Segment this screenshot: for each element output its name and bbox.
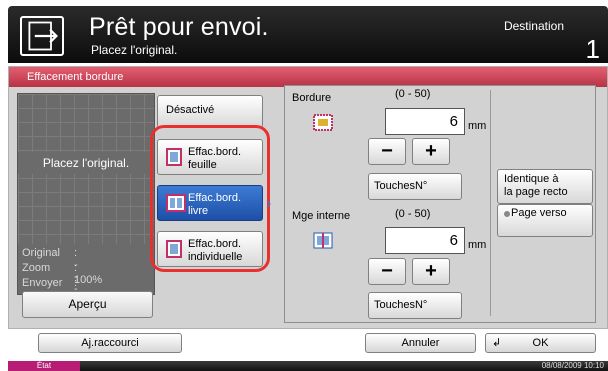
border-minus-button[interactable]: − [368, 138, 406, 165]
selection-arrow-icon: › [266, 195, 272, 212]
info-original: Original: --- [22, 247, 78, 295]
status-bar: État 08/08/2009 10:10 [8, 361, 608, 371]
border-unit: mm [468, 120, 487, 132]
add-shortcut-button[interactable]: Aj.raccourci [38, 333, 182, 353]
inner-margin-unit: mm [468, 239, 487, 251]
border-page-icon [313, 114, 333, 131]
border-plus-button[interactable]: + [412, 138, 450, 165]
border-numeric-keys-button[interactable]: TouchesN° [368, 173, 462, 200]
ok-button[interactable]: ↲ OK [485, 333, 596, 353]
inner-margin-minus-button[interactable]: − [368, 258, 406, 285]
info-zoom: Zoom: 100% [22, 262, 103, 286]
inner-margin-numeric-keys-button[interactable]: TouchesN° [368, 292, 462, 319]
destination-count: 1 [585, 34, 600, 64]
inner-margin-label: Mge interne [292, 210, 351, 222]
info-send: Envoyer: --- [22, 277, 78, 294]
preview-area: Placez l'original. Original: --- Zoom: 1… [17, 93, 155, 295]
destination-label: Destination [503, 19, 564, 33]
inner-margin-value-field[interactable]: 6 [385, 227, 465, 254]
settings-area: Bordure (0 - 50) 6 mm − + TouchesN° Mge … [284, 85, 596, 323]
mode-disabled-button[interactable]: Désactivé [157, 95, 263, 128]
same-as-front-button[interactable]: Identique à la page recto [497, 169, 593, 204]
inner-margin-plus-button[interactable]: + [412, 258, 450, 285]
highlight-outline [150, 125, 270, 272]
inner-margin-range: (0 - 50) [395, 208, 431, 220]
border-value-field[interactable]: 6 [385, 108, 465, 135]
header-bar: Prêt pour envoi. Placez l'original. Dest… [8, 6, 608, 64]
preview-message: Placez l'original. [18, 152, 154, 174]
page-title: Prêt pour envoi. [89, 13, 269, 41]
page-subtitle: Placez l'original. [91, 43, 178, 57]
cancel-button[interactable]: Annuler [365, 333, 476, 353]
enter-icon: ↲ [492, 337, 502, 349]
settings-divider [490, 90, 491, 316]
border-label: Bordure [292, 92, 332, 104]
border-range: (0 - 50) [395, 88, 431, 100]
date-time: 08/08/2009 10:10 [541, 361, 604, 370]
status-button[interactable]: État [8, 361, 80, 371]
send-icon[interactable] [20, 16, 64, 56]
radio-dot-icon [504, 211, 510, 217]
back-page-button[interactable]: Page verso [497, 204, 593, 237]
preview-button[interactable]: Aperçu [22, 291, 153, 318]
inner-margin-page-icon [313, 232, 333, 249]
panel-title: Effacement bordure [9, 67, 607, 87]
